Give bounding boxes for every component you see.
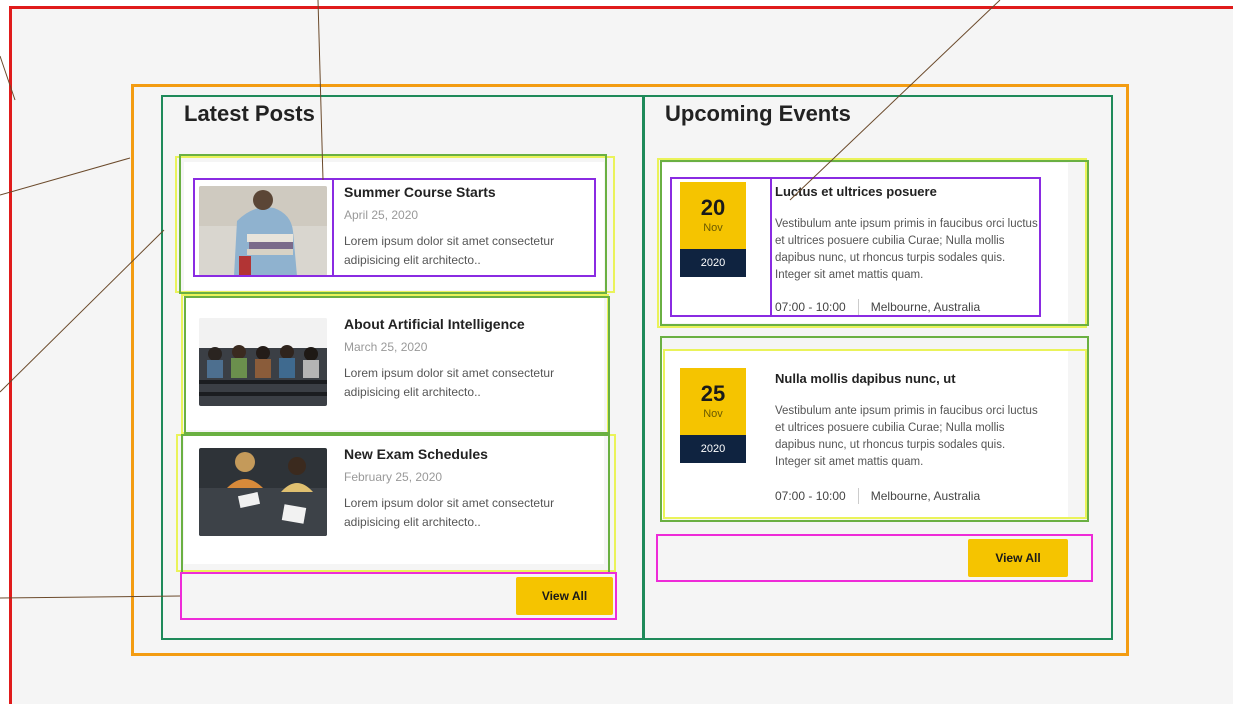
event-day: 20 <box>700 195 726 220</box>
post-date: March 25, 2020 <box>344 340 428 354</box>
event-month: Nov <box>703 408 723 420</box>
students-studying-table-image <box>199 448 327 536</box>
lecture-hall-audience-image <box>199 318 327 406</box>
post-card[interactable]: About Artificial Intelligence March 25, … <box>184 296 604 430</box>
event-location: Melbourne, Australia <box>870 489 981 503</box>
event-title[interactable]: Luctus et ultrices posuere <box>775 184 937 199</box>
post-card[interactable]: Summer Course Starts April 25, 2020 Lore… <box>184 162 604 290</box>
post-title[interactable]: Summer Course Starts <box>344 184 496 200</box>
event-location: Melbourne, Australia <box>870 300 981 314</box>
post-excerpt: Lorem ipsum dolor sit amet consectetur a… <box>344 496 555 529</box>
upcoming-events-title: Upcoming Events <box>665 101 851 126</box>
event-month: Nov <box>703 222 723 234</box>
post-thumbnail[interactable] <box>199 448 327 536</box>
post-card[interactable]: New Exam Schedules February 25, 2020 Lor… <box>184 436 604 564</box>
meta-divider <box>857 299 859 315</box>
post-excerpt: Lorem ipsum dolor sit amet consectetur a… <box>344 366 555 399</box>
post-thumbnail[interactable] <box>199 318 327 406</box>
student-with-books-image <box>199 186 327 276</box>
event-day: 25 <box>700 381 726 406</box>
post-thumbnail[interactable] <box>199 186 327 276</box>
event-card[interactable]: 25 Nov 2020 Nulla mollis dapibus nunc, u… <box>660 350 1068 518</box>
event-title[interactable]: Nulla mollis dapibus nunc, ut <box>775 371 956 386</box>
event-meta: 07:00 - 10:00 Melbourne, Australia <box>775 488 980 504</box>
event-card[interactable]: 20 Nov 2020 Luctus et ultrices posuere V… <box>660 163 1068 323</box>
event-time: 07:00 - 10:00 <box>775 489 846 503</box>
post-date: April 25, 2020 <box>344 208 419 222</box>
latest-posts-title: Latest Posts <box>184 101 315 126</box>
post-excerpt: Lorem ipsum dolor sit amet consectetur a… <box>344 234 555 267</box>
latest-posts-view-all-button[interactable]: View All <box>516 577 613 615</box>
event-description: Vestibulum ante ipsum primis in faucibus… <box>775 405 1038 468</box>
post-title[interactable]: About Artificial Intelligence <box>344 316 525 332</box>
meta-divider <box>857 488 859 504</box>
post-title[interactable]: New Exam Schedules <box>344 446 488 462</box>
event-date-badge: 20 Nov 2020 <box>680 182 746 277</box>
event-date-badge: 25 Nov 2020 <box>680 368 746 463</box>
post-date: February 25, 2020 <box>344 470 443 484</box>
upcoming-events-view-all-button[interactable]: View All <box>968 539 1068 577</box>
event-year: 2020 <box>680 249 746 277</box>
event-description: Vestibulum ante ipsum primis in faucibus… <box>775 218 1038 281</box>
event-meta: 07:00 - 10:00 Melbourne, Australia <box>775 299 980 315</box>
event-year: 2020 <box>680 435 746 463</box>
event-time: 07:00 - 10:00 <box>775 300 846 314</box>
